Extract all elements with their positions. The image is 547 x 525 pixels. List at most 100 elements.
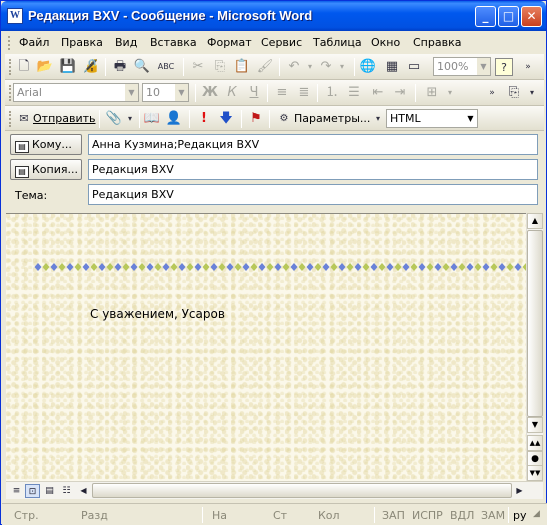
borders-icon[interactable]: ⊞ [423, 84, 441, 102]
chevron-down-icon[interactable]: ▼ [125, 84, 138, 101]
toolbar-grip[interactable] [9, 85, 12, 101]
word-app-icon[interactable]: W [7, 8, 23, 24]
increase-indent-icon[interactable]: ⇥ [391, 84, 409, 102]
menu-file[interactable]: Файл [19, 36, 49, 49]
status-record[interactable]: ЗАП [382, 509, 405, 522]
open-folder-icon[interactable]: 📂 [36, 58, 54, 76]
copy-format-icon[interactable]: ⎘ [505, 84, 523, 102]
numbering-icon[interactable]: ⒈ [323, 84, 341, 102]
toolbar-grip[interactable] [9, 59, 12, 75]
options-dropdown-icon[interactable]: ▾ [369, 110, 387, 128]
menu-insert[interactable]: Вставка [150, 36, 197, 49]
previous-page-button[interactable]: ▲▲ [527, 435, 543, 451]
check-names-icon[interactable]: 👤 [165, 110, 183, 128]
to-button[interactable]: ▤ Кому... [10, 134, 82, 155]
print-layout-view-icon[interactable]: ▤ [42, 484, 57, 498]
web-layout-view-icon[interactable]: ⊡ [25, 484, 40, 498]
chevron-down-icon[interactable]: ▼ [464, 110, 477, 127]
print-preview-icon[interactable]: 🔍 [133, 58, 151, 76]
status-extend[interactable]: ВДЛ [450, 509, 474, 522]
bold-button[interactable]: Ж [201, 84, 219, 102]
attach-dropdown-icon[interactable]: ▾ [121, 110, 139, 128]
address-book-icon[interactable]: 📖 [143, 110, 161, 128]
decrease-indent-icon[interactable]: ⇤ [369, 84, 387, 102]
paste-icon[interactable]: 📋 [233, 58, 251, 76]
menu-table[interactable]: Таблица [313, 36, 362, 49]
diamond-ornament [498, 263, 506, 271]
subject-field[interactable]: Редакция BXV [88, 184, 538, 205]
message-format-select[interactable]: HTML ▼ [386, 109, 478, 128]
diamond-ornament [266, 263, 274, 271]
cut-icon[interactable]: ✂ [189, 58, 207, 76]
scroll-thumb[interactable] [527, 230, 543, 417]
low-importance-icon[interactable]: 🡇 [217, 110, 235, 128]
print-icon[interactable]: 🖶 [111, 58, 129, 76]
diamond-ornament [234, 263, 242, 271]
outline-view-icon[interactable]: ☷ [59, 484, 74, 498]
menu-tools[interactable]: Сервис [261, 36, 302, 49]
menu-view[interactable]: Вид [115, 36, 137, 49]
options-icon[interactable]: ⚙ [275, 110, 293, 128]
subject-label: Тема: [15, 189, 48, 202]
diamond-ornament [426, 263, 434, 271]
tables-borders-icon[interactable]: ▦ [383, 58, 401, 76]
follow-up-flag-icon[interactable]: ⚑ [247, 110, 265, 128]
normal-view-icon[interactable]: ≡ [9, 484, 24, 498]
scroll-up-button[interactable]: ▲ [527, 213, 543, 229]
spelling-icon[interactable]: ABC [157, 58, 175, 76]
menu-help[interactable]: Справка [413, 36, 461, 49]
new-document-icon[interactable]: 🗋 [15, 58, 33, 76]
status-track-changes[interactable]: ИСПР [412, 509, 443, 522]
maximize-button[interactable]: □ [498, 6, 519, 27]
status-language[interactable]: ру [513, 509, 527, 522]
underline-button[interactable]: Ч [245, 84, 263, 102]
scroll-down-button[interactable]: ▼ [527, 417, 543, 433]
horizontal-scroll-thumb[interactable] [92, 483, 512, 498]
web-icon[interactable]: 🌐 [359, 58, 377, 76]
align-left-icon[interactable]: ≡ [273, 84, 291, 102]
cc-field[interactable]: Редакция BXV [88, 159, 538, 180]
copy-icon[interactable]: ⎘ [211, 58, 229, 76]
chevron-down-icon[interactable]: ▼ [477, 58, 490, 75]
bullets-icon[interactable]: ☰ [345, 84, 363, 102]
minimize-button[interactable]: _ [475, 6, 496, 27]
permission-icon[interactable]: 🔏 [82, 58, 100, 76]
redo-dropdown-icon[interactable]: ▾ [333, 58, 351, 76]
save-icon[interactable]: 💾 [59, 58, 77, 76]
vertical-scrollbar[interactable]: ▲ ▼ ▲▲ ● ▼▼ [526, 213, 543, 481]
send-button[interactable]: Отправить [33, 112, 96, 125]
signature-text[interactable]: С уважением, Усаров [90, 307, 225, 321]
message-body[interactable]: С уважением, Усаров [6, 213, 526, 481]
chevron-down-icon[interactable]: ▼ [175, 84, 188, 101]
menu-window[interactable]: Окно [371, 36, 400, 49]
chevron-down-icon[interactable]: ▾ [523, 84, 541, 102]
font-select[interactable]: Arial ▼ [13, 83, 139, 102]
resize-grip-icon[interactable]: ◢ [533, 509, 540, 519]
toolbar-options-icon[interactable]: » [519, 58, 537, 76]
format-painter-icon[interactable]: 🖌 [256, 58, 274, 76]
insert-table-icon[interactable]: ▭ [405, 58, 423, 76]
italic-button[interactable]: К [223, 84, 241, 102]
status-overtype[interactable]: ЗАМ [481, 509, 505, 522]
menubar-grip[interactable] [8, 36, 11, 50]
help-icon[interactable]: ? [495, 58, 513, 76]
borders-dropdown-icon[interactable]: ▾ [441, 84, 459, 102]
scroll-right-button[interactable]: ▶ [512, 484, 527, 498]
align-center-icon[interactable]: ≣ [295, 84, 313, 102]
toolbar-options-icon[interactable]: » [483, 84, 501, 102]
menu-format[interactable]: Формат [207, 36, 252, 49]
toolbar-grip[interactable] [9, 111, 12, 127]
high-importance-icon[interactable]: ! [195, 110, 213, 128]
menu-edit[interactable]: Правка [61, 36, 103, 49]
scroll-left-button[interactable]: ◀ [76, 484, 91, 498]
font-size-select[interactable]: 10 ▼ [142, 83, 189, 102]
zoom-select[interactable]: 100% ▼ [433, 57, 491, 76]
cc-button[interactable]: ▤ Копия... [10, 159, 82, 180]
close-button[interactable]: ✕ [521, 6, 542, 27]
options-button[interactable]: Параметры... [294, 112, 370, 125]
next-page-button[interactable]: ▼▼ [527, 465, 543, 481]
horizontal-scrollbar[interactable]: ≡ ⊡ ▤ ☷ ◀ ▶ [6, 481, 543, 499]
send-icon[interactable]: ✉ [15, 110, 33, 128]
to-field[interactable]: Анна Кузмина;Редакция BXV [88, 134, 538, 155]
title-bar[interactable]: W Редакция BXV - Сообщение - Microsoft W… [1, 1, 546, 31]
